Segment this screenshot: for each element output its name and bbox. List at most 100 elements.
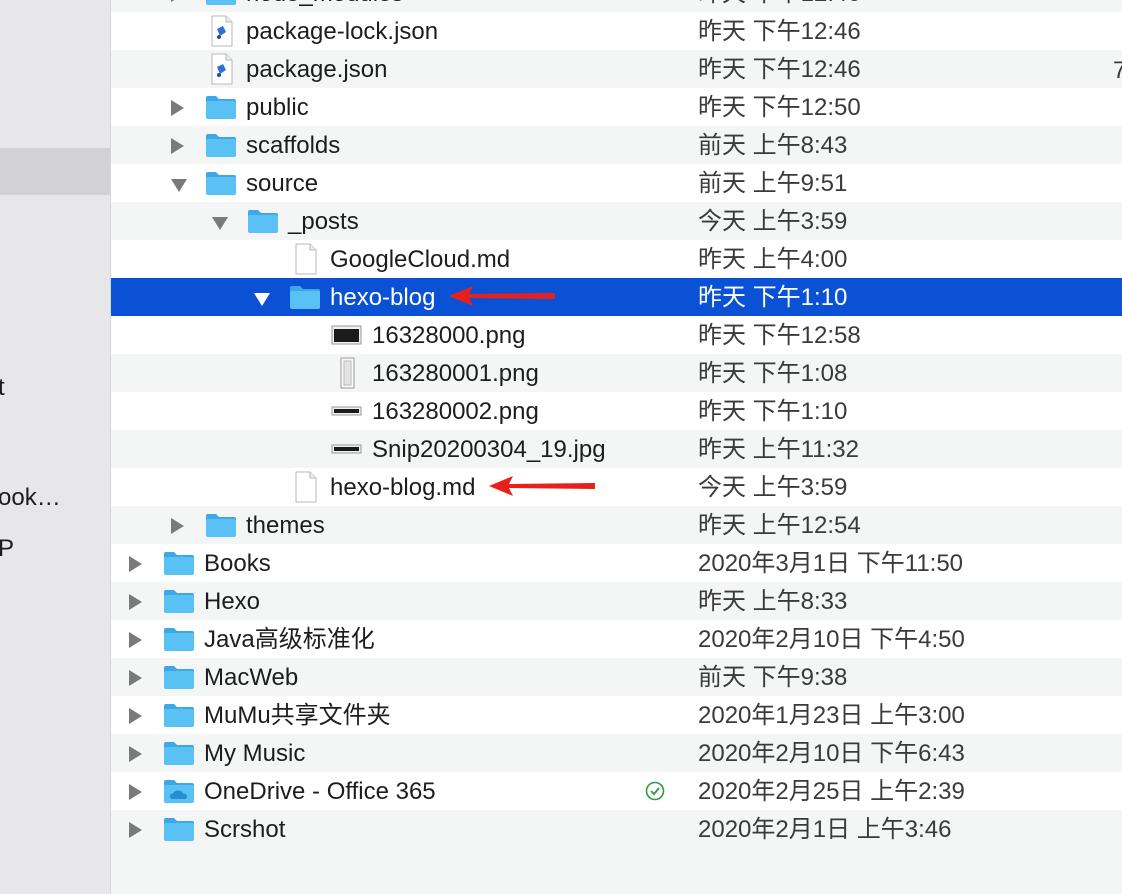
disclosure-closed-icon[interactable] — [129, 784, 142, 800]
file-row[interactable]: 163280001.png 昨天 下午1:08 — [111, 354, 1122, 392]
date-modified: 昨天 上午8:33 — [698, 588, 848, 615]
folder-icon — [290, 286, 320, 309]
annotation-arrow-icon — [489, 476, 595, 496]
disclosure-closed-icon[interactable] — [129, 746, 142, 762]
date-modified: 昨天 下午12:46 — [698, 18, 861, 45]
file-name: _posts — [288, 208, 359, 235]
date-modified: 今天 上午3:59 — [698, 474, 848, 501]
file-name: scaffolds — [246, 132, 341, 159]
folder-row[interactable]: Books 2020年3月1日 下午11:50 — [111, 544, 1122, 582]
document-icon — [295, 471, 317, 503]
folder-icon — [206, 96, 236, 119]
folder-row[interactable]: OneDrive - Office 365 2020年2月25日 上午2:39 — [111, 772, 1122, 810]
date-modified: 昨天 上午4:00 — [698, 246, 848, 273]
file-row[interactable]: package-lock.json 昨天 下午12:46 — [111, 12, 1122, 50]
folder-icon — [164, 552, 194, 575]
date-modified: 今天 上午3:59 — [698, 208, 848, 235]
file-name: Java高级标准化 — [204, 626, 375, 653]
folder-icon — [164, 742, 194, 765]
disclosure-closed-icon[interactable] — [171, 138, 184, 154]
file-name: GoogleCloud.md — [330, 246, 511, 273]
date-modified: 昨天 上午12:54 — [698, 512, 861, 539]
folder-row[interactable]: My Music 2020年2月10日 下午6:43 — [111, 734, 1122, 772]
date-modified: 昨天 下午12:58 — [698, 322, 861, 349]
folder-icon — [164, 666, 194, 689]
file-name: package.json — [246, 56, 388, 83]
folder-row[interactable]: MuMu共享文件夹 2020年1月23日 上午3:00 — [111, 696, 1122, 734]
size-cell: 7 — [1113, 57, 1122, 84]
file-name: source — [246, 170, 319, 197]
disclosure-closed-icon[interactable] — [129, 632, 142, 648]
date-modified: 2020年2月10日 下午6:43 — [698, 740, 965, 767]
folder-icon — [164, 590, 194, 613]
folder-icon — [206, 134, 236, 157]
disclosure-closed-icon[interactable] — [129, 708, 142, 724]
disclosure-closed-icon[interactable] — [171, 518, 184, 534]
image-file-icon — [340, 357, 355, 389]
file-row[interactable]: GoogleCloud.md 昨天 上午4:00 — [111, 240, 1122, 278]
file-row[interactable]: package.json 昨天 下午12:46 7 — [111, 50, 1122, 88]
disclosure-closed-icon[interactable] — [129, 556, 142, 572]
file-name: hexo-blog.md — [330, 474, 476, 501]
date-modified: 昨天 下午12:46 — [698, 0, 861, 7]
folder-icon — [206, 0, 236, 5]
disclosure-closed-icon[interactable] — [171, 100, 184, 116]
file-name: package-lock.json — [246, 18, 439, 45]
sidebar-item-label[interactable]: ook… — [0, 484, 61, 512]
folder-row[interactable]: Scrshot 2020年2月1日 上午3:46 — [111, 810, 1122, 848]
date-modified: 昨天 下午12:50 — [698, 94, 861, 121]
disclosure-closed-icon[interactable] — [129, 594, 142, 610]
file-name: hexo-blog — [330, 284, 436, 311]
folder-row[interactable]: MacWeb 前天 下午9:38 — [111, 658, 1122, 696]
folder-row[interactable]: hexo-blog 昨天 下午1:10 — [111, 278, 1122, 316]
file-name: MuMu共享文件夹 — [204, 702, 391, 729]
folder-row[interactable]: Java高级标准化 2020年2月10日 下午4:50 — [111, 620, 1122, 658]
folder-row[interactable]: scaffolds 前天 上午8:43 — [111, 126, 1122, 164]
file-name: Hexo — [204, 588, 261, 615]
sync-status-check-icon — [645, 781, 665, 801]
folder-row[interactable]: public 昨天 下午12:50 — [111, 88, 1122, 126]
disclosure-open-icon[interactable] — [171, 179, 187, 192]
folder-row[interactable]: node_modules 昨天 下午12:46 — [111, 0, 1122, 12]
folder-icon — [248, 210, 278, 233]
document-icon — [211, 15, 233, 47]
date-modified: 昨天 上午11:32 — [698, 436, 859, 463]
disclosure-closed-icon[interactable] — [171, 0, 184, 2]
image-file-icon — [331, 325, 362, 345]
file-name: Scrshot — [204, 816, 286, 843]
file-name: themes — [246, 512, 325, 539]
folder-row[interactable]: source 前天 上午9:51 — [111, 164, 1122, 202]
folder-row[interactable]: themes 昨天 上午12:54 — [111, 506, 1122, 544]
folder-icon — [164, 704, 194, 727]
file-row[interactable]: 16328000.png 昨天 下午12:58 — [111, 316, 1122, 354]
list-empty-area — [111, 848, 1122, 894]
annotation-arrow-icon — [449, 286, 555, 306]
date-modified: 昨天 下午1:10 — [698, 398, 848, 425]
date-modified: 2020年2月25日 上午2:39 — [698, 778, 965, 805]
disclosure-open-icon[interactable] — [254, 293, 270, 306]
file-row[interactable]: hexo-blog.md 今天 上午3:59 — [111, 468, 1122, 506]
date-modified: 昨天 下午1:08 — [698, 360, 848, 387]
date-modified: 2020年3月1日 下午11:50 — [698, 550, 964, 577]
folder-row[interactable]: Hexo 昨天 上午8:33 — [111, 582, 1122, 620]
disclosure-closed-icon[interactable] — [129, 670, 142, 686]
date-modified: 2020年1月23日 上午3:00 — [698, 702, 965, 729]
file-name: OneDrive - Office 365 — [204, 778, 436, 805]
sidebar-item-label[interactable]: t — [0, 374, 5, 402]
finder-sidebar: t ook… P — [0, 0, 111, 894]
folder-icon — [164, 628, 194, 651]
disclosure-closed-icon[interactable] — [129, 822, 142, 838]
file-row[interactable]: 163280002.png 昨天 下午1:10 — [111, 392, 1122, 430]
file-name: 16328000.png — [372, 322, 526, 349]
file-name: 163280002.png — [372, 398, 539, 425]
date-modified: 昨天 下午12:46 — [698, 56, 861, 83]
date-modified: 前天 上午8:43 — [698, 132, 848, 159]
sidebar-selected-item[interactable] — [0, 148, 110, 195]
disclosure-open-icon[interactable] — [212, 217, 228, 230]
document-icon — [211, 53, 233, 85]
date-modified: 前天 上午9:51 — [698, 170, 848, 197]
file-row[interactable]: Snip20200304_19.jpg 昨天 上午11:32 — [111, 430, 1122, 468]
sidebar-item-label[interactable]: P — [0, 535, 14, 563]
file-name: My Music — [204, 740, 306, 767]
folder-row[interactable]: _posts 今天 上午3:59 — [111, 202, 1122, 240]
